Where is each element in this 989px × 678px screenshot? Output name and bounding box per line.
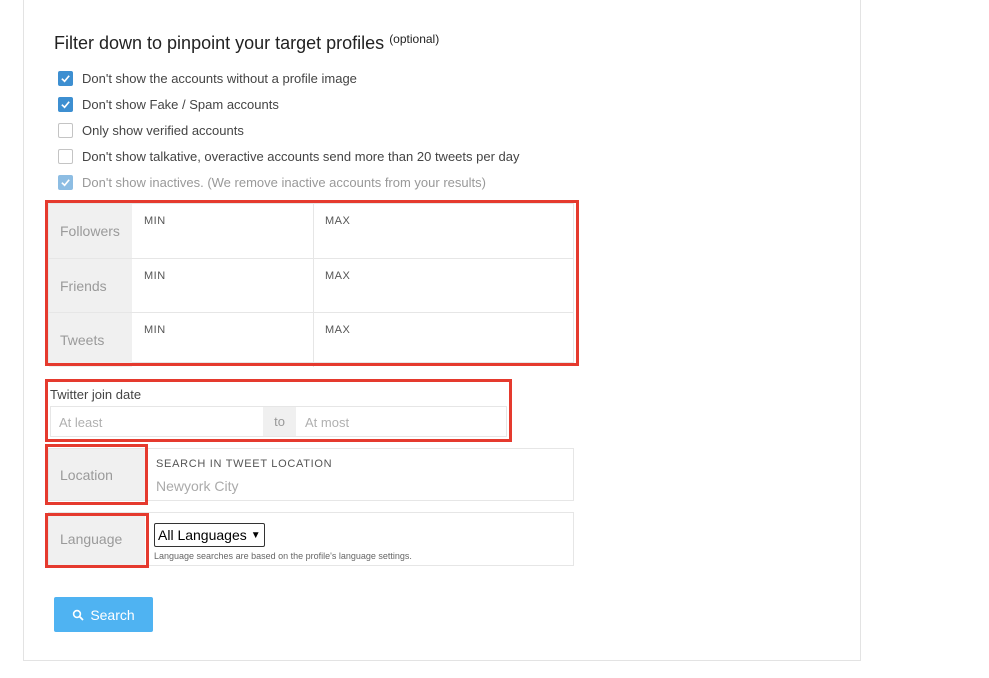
checkbox-label: Only show verified accounts: [82, 122, 244, 138]
chevron-down-icon: ▼: [250, 529, 261, 541]
highlight-join-date: [45, 379, 512, 442]
search-icon: [73, 609, 84, 621]
checkbox-no-profile-image[interactable]: Don't show the accounts without a profil…: [58, 69, 357, 87]
filter-title: Filter down to pinpoint your target prof…: [54, 32, 440, 53]
language-note: Language searches are based on the profi…: [154, 551, 412, 561]
language-select[interactable]: All Languages ▼: [154, 523, 265, 547]
optional-note: (optional): [389, 32, 440, 46]
search-button[interactable]: Search: [54, 597, 153, 632]
checkbox-no-talkative[interactable]: Don't show talkative, overactive account…: [58, 147, 520, 165]
checkbox-checked-disabled-icon: [58, 174, 73, 190]
checkbox-label: Don't show talkative, overactive account…: [82, 148, 520, 164]
checkbox-unchecked-icon[interactable]: [58, 122, 73, 138]
highlight-ranges: [45, 200, 579, 366]
checkbox-label: Don't show Fake / Spam accounts: [82, 96, 279, 112]
checkbox-label: Don't show the accounts without a profil…: [82, 70, 357, 86]
highlight-language: [45, 513, 149, 568]
checkbox-checked-icon[interactable]: [58, 96, 73, 112]
checkbox-label: Don't show inactives. (We remove inactiv…: [82, 174, 486, 190]
checkbox-unchecked-icon[interactable]: [58, 148, 73, 164]
location-input[interactable]: Newyork City: [156, 478, 238, 494]
search-button-label: Search: [90, 606, 135, 623]
checkbox-no-inactives: Don't show inactives. (We remove inactiv…: [58, 173, 486, 191]
checkbox-checked-icon[interactable]: [58, 70, 73, 86]
location-caption: SEARCH IN TWEET LOCATION: [156, 458, 333, 470]
checkbox-no-fake-spam[interactable]: Don't show Fake / Spam accounts: [58, 95, 279, 113]
highlight-location: [45, 444, 148, 505]
language-selected-value: All Languages: [158, 527, 247, 543]
checkbox-verified-only[interactable]: Only show verified accounts: [58, 121, 244, 139]
